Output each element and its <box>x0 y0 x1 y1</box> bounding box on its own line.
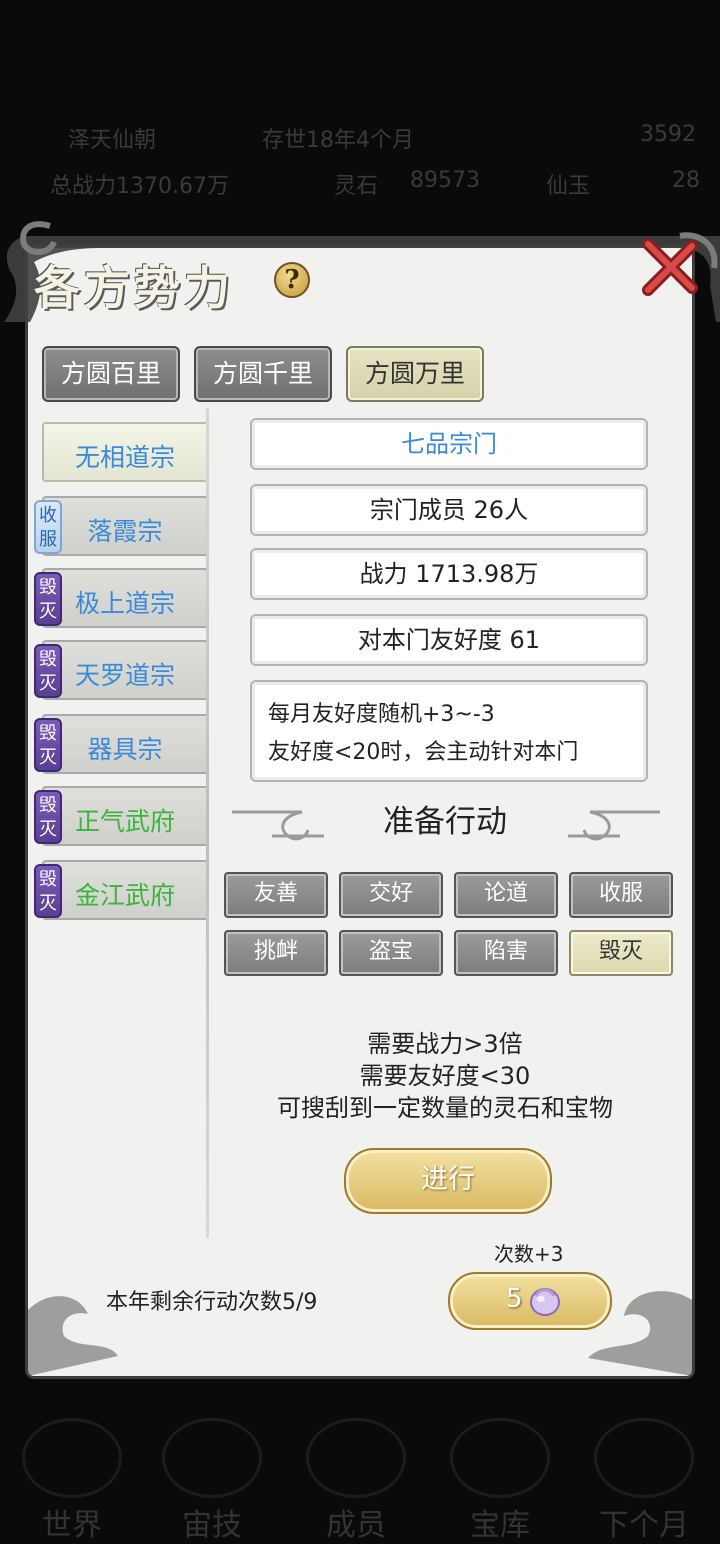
action-destroy-button[interactable]: 毁灭 <box>569 930 673 976</box>
sect-name: 天罗道宗 <box>74 661 175 690</box>
bg-nav-tech-icon <box>162 1418 262 1498</box>
requirement-power: 需要战力>3倍 <box>367 1030 523 1058</box>
sect-item-qiju[interactable]: 毁灭 器具宗 <box>34 714 206 774</box>
sect-item-luoxia[interactable]: 收服 落霞宗 <box>34 496 206 556</box>
bg-nav-members: 成员 <box>326 1508 386 1543</box>
bg-nav-treasury: 宝库 <box>470 1508 530 1543</box>
sect-name: 极上道宗 <box>74 589 175 618</box>
tab-region-ten-thousand-li[interactable]: 方圆万里 <box>346 346 484 402</box>
description-line: 每月友好度随机+3~-3 <box>268 702 495 727</box>
bg-resource-value: 3592 <box>640 122 696 147</box>
sect-members: 宗门成员 26人 <box>250 484 648 536</box>
sect-item-wuxiang[interactable]: 无相道宗 <box>42 422 206 482</box>
tab-region-thousand-li[interactable]: 方圆千里 <box>194 346 332 402</box>
remaining-actions: 本年剩余行动次数5/9 <box>106 1290 318 1315</box>
sect-item-zhengqi[interactable]: 毁灭 正气武府 <box>34 786 206 846</box>
action-steal-treasure-button[interactable]: 盗宝 <box>339 930 443 976</box>
bg-dynasty-name: 泽天仙朝 <box>68 128 157 153</box>
sect-friendship: 对本门友好度 61 <box>250 614 648 666</box>
buy-actions-cost: 5 <box>506 1284 523 1314</box>
requirement-friendship: 需要友好度<30 <box>359 1062 531 1090</box>
sect-item-tianluo[interactable]: 毁灭 天罗道宗 <box>34 640 206 700</box>
cloud-ornament-right-icon <box>568 810 660 841</box>
bg-nav-treasury-icon <box>450 1418 550 1498</box>
action-frame-button[interactable]: 陷害 <box>454 930 558 976</box>
requirement-reward: 可搜刮到一定数量的灵石和宝物 <box>277 1094 613 1122</box>
tab-region-hundred-li[interactable]: 方圆百里 <box>42 346 180 402</box>
description-line: 友好度<20时，会主动针对本门 <box>268 740 579 765</box>
action-discuss-dao-button[interactable]: 论道 <box>454 872 558 918</box>
proceed-button[interactable]: 进行 <box>344 1148 552 1214</box>
bg-nav-world: 世界 <box>42 1508 102 1543</box>
action-provoke-button[interactable]: 挑衅 <box>224 930 328 976</box>
bg-nav-next-month: 下个月 <box>599 1508 689 1543</box>
bg-nav-members-icon <box>306 1418 406 1498</box>
bg-nav-tech: 宙技 <box>182 1508 242 1543</box>
bg-nav-world-icon <box>22 1418 122 1498</box>
bg-top-bar: 泽天仙朝 存世18年4个月 3592 <box>0 122 720 162</box>
sect-list-divider <box>206 408 209 1238</box>
buy-actions-button[interactable]: 5 <box>448 1272 612 1330</box>
action-friendly-button[interactable]: 友善 <box>224 872 328 918</box>
sect-description: 每月友好度随机+3~-3 友好度<20时，会主动针对本门 <box>250 680 648 782</box>
help-icon[interactable]: ? <box>274 262 310 298</box>
sect-item-jishang[interactable]: 毁灭 极上道宗 <box>34 568 206 628</box>
sect-item-jinjiang[interactable]: 毁灭 金江武府 <box>34 860 206 920</box>
bg-bottom-nav: 世界 宙技 成员 宝库 下个月 <box>0 1400 720 1544</box>
bg-nav-next-month-icon <box>594 1418 694 1498</box>
sect-name: 无相道宗 <box>74 443 175 472</box>
bg-dynasty-age: 存世18年4个月 <box>262 128 414 153</box>
bg-immortal-jade-value: 28 <box>672 168 700 193</box>
sect-name: 落霞宗 <box>87 517 163 546</box>
immortal-jade-icon <box>530 1288 560 1316</box>
sect-power: 战力 1713.98万 <box>250 548 648 600</box>
action-subdue-button[interactable]: 收服 <box>569 872 673 918</box>
sect-rank: 七品宗门 <box>250 418 648 470</box>
sect-name: 器具宗 <box>87 735 163 764</box>
count-bonus-label: 次数+3 <box>494 1242 564 1266</box>
bg-spirit-stone-value: 89573 <box>410 168 480 193</box>
dialog-title: 各方势力 <box>34 261 234 315</box>
action-befriend-button[interactable]: 交好 <box>339 872 443 918</box>
close-icon[interactable] <box>640 238 698 296</box>
sect-name: 正气武府 <box>74 807 175 836</box>
sect-name: 金江武府 <box>74 881 175 910</box>
